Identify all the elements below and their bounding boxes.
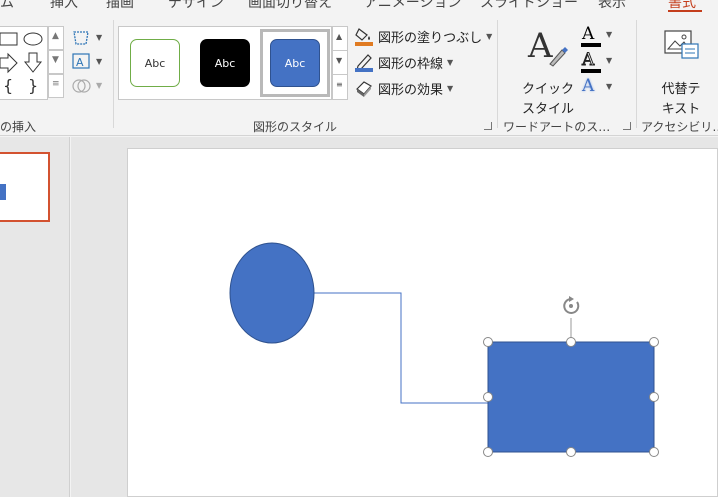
shape-style-blue-fill[interactable]: Abc [270,39,320,87]
text-fill-icon: A [582,24,595,44]
text-outline-color-bar [581,69,601,73]
brace-left-shape-icon: { [3,76,13,95]
dropdown-arrow-icon: ▼ [96,57,103,66]
shape-style-white-outline[interactable]: Abc [130,39,180,87]
style-gallery-scroll-down[interactable]: ▼ [332,50,348,75]
ribbon: { } ▲ ▼ ≡ ▼ A ▼ ▼ の挿入 Abc Abc Abc ▲ ▼ ≡ … [0,12,718,136]
dropdown-arrow-icon: ▼ [606,82,613,91]
shape-effects-icon [354,78,374,98]
dropdown-arrow-icon: ▼ [96,81,103,90]
shapes-gallery[interactable]: { } [0,26,48,100]
tab-insert[interactable]: 挿入 [50,0,78,12]
dropdown-arrow-icon: ▼ [96,33,103,42]
dropdown-arrow-icon: ▼ [606,56,613,65]
more-icon: ≡ [336,80,343,89]
shape-style-gallery: Abc Abc Abc [118,26,332,100]
style-gallery-scroll-up[interactable]: ▲ [332,26,348,51]
resize-handle-top[interactable] [566,337,576,347]
group-separator [113,20,114,128]
slide-thumbnail-pane [0,137,70,497]
dropdown-arrow-icon: ▼ [606,30,613,39]
slide-thumbnail[interactable] [0,152,50,222]
text-box-button[interactable]: A ▼ [70,50,110,72]
edit-shape-icon [73,31,89,45]
resize-handle-top-right[interactable] [649,337,659,347]
pen-outline-icon [354,52,374,72]
resize-handle-bottom[interactable] [566,447,576,457]
chevron-down-icon: ▼ [52,55,59,65]
group-separator [636,20,637,128]
shape-style-black-fill[interactable]: Abc [200,39,250,87]
paint-bucket-icon [354,26,374,46]
merge-shapes-button[interactable]: ▼ [70,74,110,96]
wordart-styles-group-label: ワードアートのス… [503,120,611,134]
more-icon: ≡ [52,79,60,89]
alt-text-icon [664,30,699,59]
tab-transitions[interactable]: 画面切り替え [248,0,332,12]
text-fill-color-bar [581,43,601,47]
tab-view[interactable]: 表示 [598,0,626,12]
edit-shape-tools: ▼ A ▼ ▼ [70,26,110,106]
tab-animations[interactable]: アニメーション [364,0,461,12]
tab-slideshow[interactable]: スライドショー [480,0,578,12]
right-arrow-shape-icon [0,52,18,74]
svg-text:A: A [76,56,84,69]
dropdown-arrow-icon: ▼ [447,83,454,93]
resize-handle-bottom-left[interactable] [483,447,493,457]
text-effects-button[interactable]: A ▼ [578,76,618,100]
resize-handle-top-left[interactable] [483,337,493,347]
shape-fill-button[interactable]: 図形の塗りつぶし ▼ [354,24,492,48]
shape-outline-button[interactable]: 図形の枠線 ▼ [354,50,453,74]
shape-styles-group-label: 図形のスタイル [253,120,338,134]
ribbon-tab-strip: ム 挿入 描画 デザイン 画面切り替え アニメーション スライドショー 表示 書… [0,0,718,12]
accessibility-group-label: アクセシビリ… [641,120,718,134]
chevron-up-icon: ▲ [52,31,59,41]
text-effects-icon: A [582,76,595,96]
shape-styles-dialog-launcher[interactable] [484,122,492,130]
chevron-up-icon: ▲ [336,32,343,41]
down-arrow-shape-icon [23,52,43,73]
quick-styles-button[interactable]: A クイック スタイル [516,26,580,117]
dropdown-arrow-icon: ▼ [486,31,493,41]
text-outline-icon: A [581,50,595,71]
rectangle-shape[interactable] [487,341,655,453]
group-separator [497,20,498,128]
shapes-gallery-scroll-down[interactable]: ▼ [48,50,64,74]
shape-effects-button[interactable]: 図形の効果 ▼ [354,76,453,100]
rectangle-shape-icon [0,32,18,46]
shapes-gallery-scroll-up[interactable]: ▲ [48,26,64,50]
resize-handle-right[interactable] [649,392,659,402]
alt-text-button[interactable]: 代替テ キスト [648,26,718,117]
oval-shape[interactable] [229,242,315,344]
insert-shapes-group-label: の挿入 [0,120,37,134]
text-fill-button[interactable]: A ▼ [578,24,618,48]
tab-draw[interactable]: 描画 [106,0,134,12]
dropdown-arrow-icon: ▼ [447,57,454,67]
resize-handle-left[interactable] [483,392,493,402]
edit-shape-button[interactable]: ▼ [70,26,110,48]
oval-shape-icon [23,32,43,46]
tab-home[interactable]: ム [0,0,14,12]
text-outline-button[interactable]: A ▼ [578,50,618,74]
wordart-dialog-launcher[interactable] [623,122,631,130]
shapes-gallery-more[interactable]: ≡ [48,74,64,98]
thumbnail-shape-preview [0,184,6,200]
resize-handle-bottom-right[interactable] [649,447,659,457]
style-gallery-more[interactable]: ≡ [332,74,348,100]
brace-right-shape-icon: } [28,76,38,95]
brush-icon [549,47,568,67]
tab-design[interactable]: デザイン [168,0,224,12]
chevron-down-icon: ▼ [336,56,343,65]
